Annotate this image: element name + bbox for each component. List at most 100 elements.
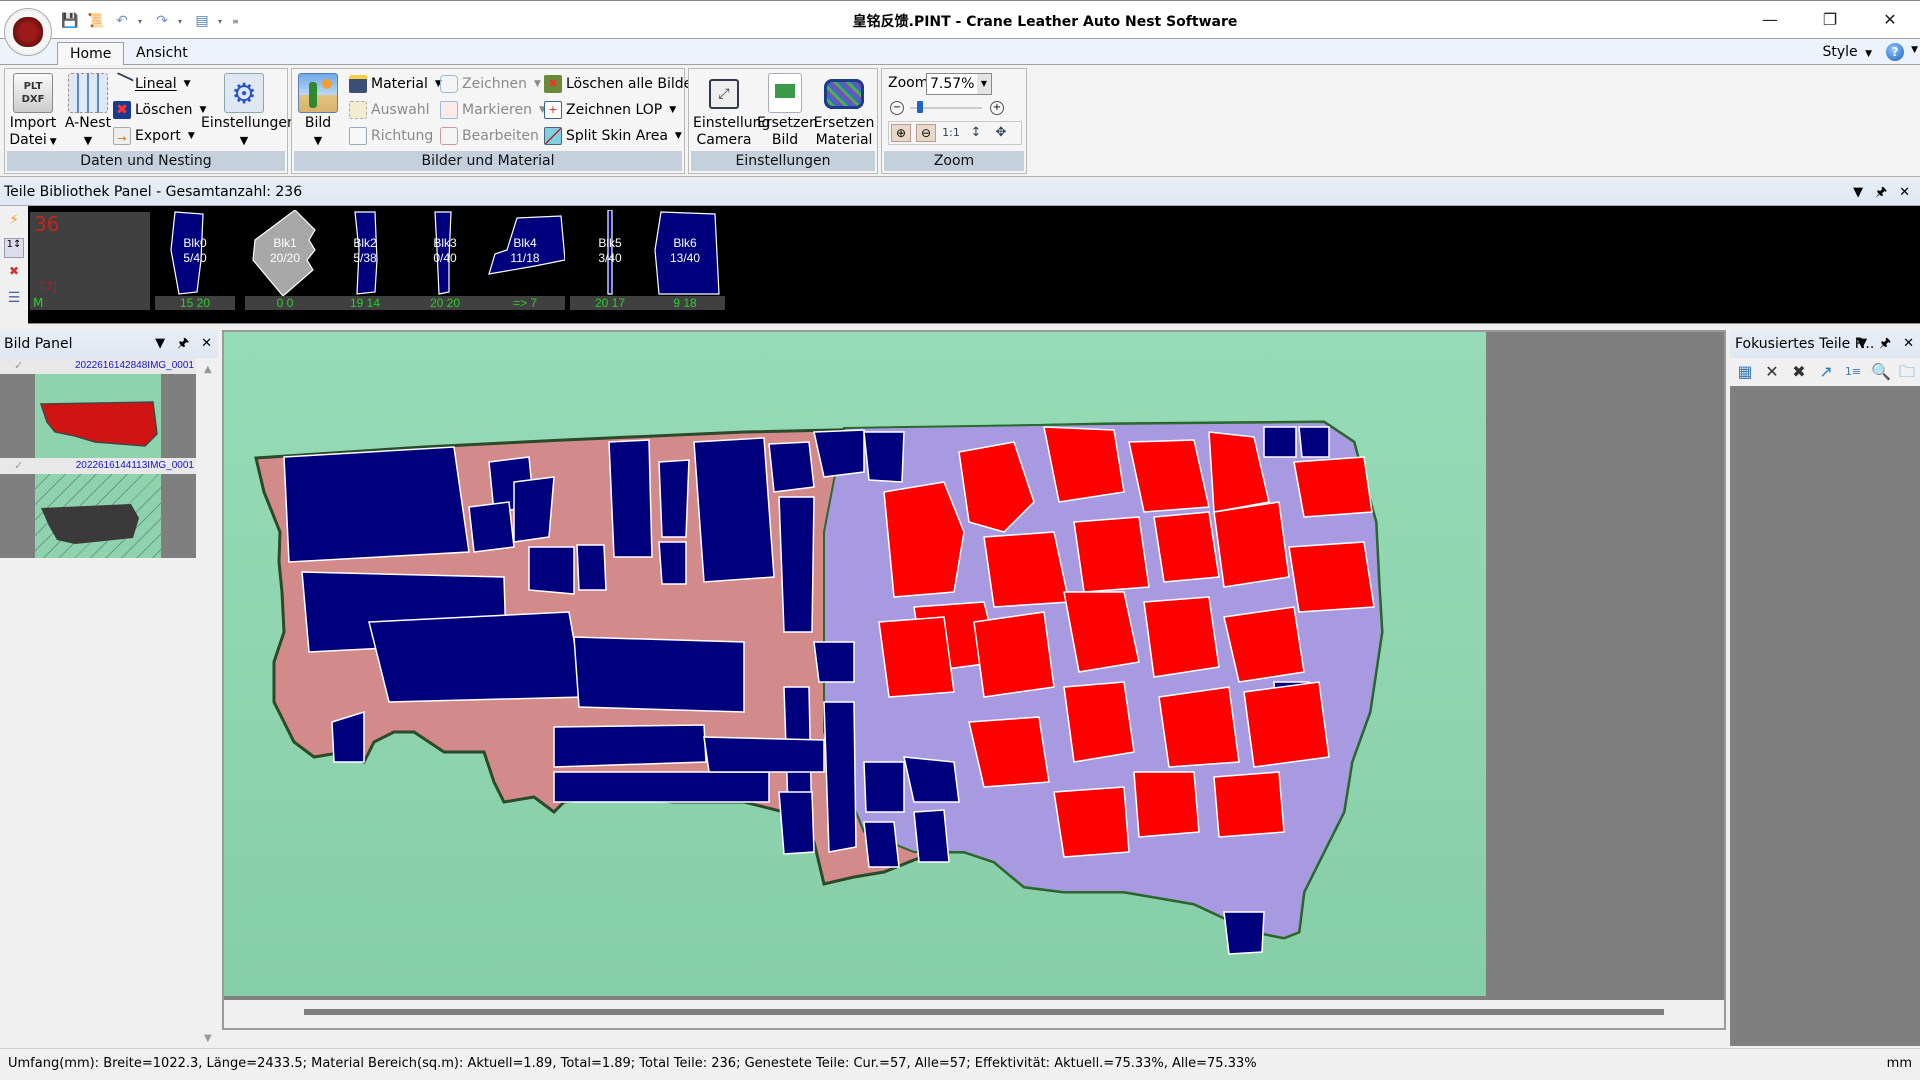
horizontal-scrollbar[interactable]	[224, 1000, 1724, 1028]
pin-icon[interactable]: 🖈	[1875, 179, 1887, 206]
pane-menu-icon[interactable]: ▼	[1853, 179, 1863, 206]
nested-part[interactable]	[573, 636, 745, 713]
counter-icon[interactable]: 1≡	[1844, 363, 1862, 381]
nested-part[interactable]	[823, 701, 857, 853]
selected-part[interactable]	[968, 716, 1050, 788]
nested-part[interactable]	[913, 809, 950, 863]
zoom-in-icon[interactable]: ⊕	[891, 124, 911, 142]
nested-part[interactable]	[283, 446, 470, 563]
nested-part[interactable]	[693, 437, 775, 583]
nested-part[interactable]	[863, 821, 900, 868]
nested-part[interactable]	[863, 431, 905, 483]
nested-part[interactable]	[658, 459, 690, 538]
scroll-up-icon[interactable]: ▲	[204, 364, 212, 375]
folder-icon[interactable]: 🗀	[1898, 363, 1916, 381]
selected-part[interactable]	[1243, 681, 1330, 768]
leather-image[interactable]	[224, 332, 1486, 996]
nested-part[interactable]	[768, 441, 815, 493]
markieren-button[interactable]: Markieren ▼	[440, 99, 546, 121]
zoom-out-icon[interactable]: ⊖	[916, 124, 936, 142]
einstellungen-button[interactable]: ⚙ Einstellungen ▼	[201, 73, 296, 149]
nested-part[interactable]	[528, 546, 575, 595]
tab-home[interactable]: Home	[57, 42, 125, 67]
loeschen-alle-bilder-button[interactable]: ✖ Löschen alle Bilder	[544, 73, 698, 95]
ersetzen-material-button[interactable]: Ersetzen Material	[813, 73, 875, 149]
ersetzen-bild-button[interactable]: Ersetzen Bild	[757, 73, 818, 149]
delete-cursor-icon[interactable]: ✖	[4, 264, 24, 284]
close-button[interactable]: ✕	[1860, 1, 1920, 37]
library-block[interactable]: Blk4 11/18 => 7	[485, 206, 565, 312]
nesting-canvas[interactable]	[222, 330, 1726, 1030]
check-icon[interactable]: ✓	[14, 458, 23, 474]
nested-part[interactable]	[368, 611, 585, 703]
nested-part[interactable]	[608, 439, 653, 558]
selected-part[interactable]	[1073, 516, 1150, 593]
image-list-item[interactable]: ✓ 2022616144113IMG_0001	[0, 458, 196, 558]
close-icon[interactable]: ✕	[1903, 330, 1914, 358]
selected-part[interactable]	[1213, 501, 1290, 588]
a-nest-button[interactable]: A-Nest ▼	[61, 73, 115, 149]
nested-part[interactable]	[1223, 911, 1265, 955]
help-icon[interactable]: ?	[1886, 43, 1904, 61]
selected-part[interactable]	[1213, 771, 1285, 838]
vertical-scrollbar[interactable]: ▲ ▼	[200, 358, 218, 1046]
close-icon[interactable]: ✕	[1899, 179, 1910, 206]
split-skin-area-button[interactable]: Split Skin Area ▼	[544, 125, 682, 147]
image-list-item[interactable]: ✓ 2022616142848IMG_0001	[0, 358, 196, 458]
restore-button[interactable]: ❐	[1800, 1, 1860, 37]
tab-ansicht[interactable]: Ansicht	[124, 42, 200, 66]
nested-part[interactable]	[703, 736, 825, 773]
nested-part[interactable]	[903, 756, 960, 803]
zeichnen-lop-button[interactable]: + Zeichnen LOP ▼	[544, 99, 676, 121]
selected-part[interactable]	[1223, 606, 1305, 683]
zoom-fit-height-icon[interactable]: ↕	[966, 124, 986, 142]
check-icon[interactable]: ✓	[14, 358, 23, 374]
selected-part[interactable]	[1288, 541, 1375, 613]
einstellung-camera-button[interactable]: ⤢ Einstellung Camera	[693, 73, 770, 149]
selected-part[interactable]	[1128, 439, 1210, 513]
nested-part[interactable]	[553, 771, 770, 803]
delete-zero-icon[interactable]: ✖	[1790, 363, 1808, 381]
nested-part[interactable]	[813, 641, 855, 683]
image-thumbnail[interactable]	[0, 374, 196, 458]
selected-part[interactable]	[1133, 771, 1200, 838]
nested-part[interactable]	[513, 476, 555, 543]
library-block[interactable]: Blk1 20/20 0 0	[245, 206, 325, 312]
library-block[interactable]: Blk6 13/40 9 18	[645, 206, 725, 312]
zoom-plus-button[interactable]: +	[990, 101, 1004, 115]
library-block[interactable]: Blk0 5/40 15 20	[155, 206, 235, 312]
zoom-part-icon[interactable]: 🔍	[1871, 363, 1891, 381]
pane-menu-icon[interactable]: ▼	[1857, 330, 1867, 358]
app-logo-button[interactable]	[4, 8, 52, 56]
lineal-button[interactable]: Lineal ▼	[110, 72, 191, 96]
nested-part[interactable]	[1263, 426, 1297, 458]
lightning-icon[interactable]: ⚡	[4, 212, 24, 232]
nested-part[interactable]	[778, 496, 815, 633]
bild-button[interactable]: Bild ▼	[298, 73, 338, 149]
nested-part[interactable]	[468, 501, 515, 553]
image-thumbnail[interactable]	[0, 474, 196, 558]
selected-part[interactable]	[983, 531, 1070, 608]
library-block[interactable]: Blk2 5/38 19 14	[325, 206, 405, 312]
export-part-icon[interactable]: ↗	[1817, 363, 1835, 381]
nested-part[interactable]	[576, 544, 607, 591]
auswahl-button[interactable]: Auswahl	[349, 99, 430, 121]
zoom-slider-thumb[interactable]	[917, 101, 924, 113]
list-view-icon[interactable]: ☰	[4, 290, 24, 310]
zoom-1-1-icon[interactable]: 1:1	[941, 124, 961, 142]
bearbeiten-button[interactable]: Bearbeiten	[440, 125, 539, 147]
import-datei-button[interactable]: PLT DXF Import Datei ▼	[9, 73, 57, 151]
zoom-fit-all-icon[interactable]: ✥	[991, 124, 1011, 142]
help-dropdown-icon[interactable]: ▼	[1911, 45, 1918, 55]
close-icon[interactable]: ✕	[201, 330, 212, 358]
nested-part[interactable]	[553, 724, 707, 768]
delete-icon[interactable]: ✕	[1763, 363, 1781, 381]
pin-icon[interactable]: 🖈	[177, 330, 189, 358]
nested-part[interactable]	[863, 761, 905, 813]
minimize-button[interactable]: —	[1740, 1, 1800, 37]
nested-part[interactable]	[778, 791, 815, 855]
sort-numeric-icon[interactable]: 1↕	[4, 238, 24, 258]
scroll-down-icon[interactable]: ▼	[204, 1033, 212, 1044]
library-block[interactable]: Blk3 0/40 20 20	[405, 206, 485, 312]
selected-part[interactable]	[878, 616, 955, 698]
